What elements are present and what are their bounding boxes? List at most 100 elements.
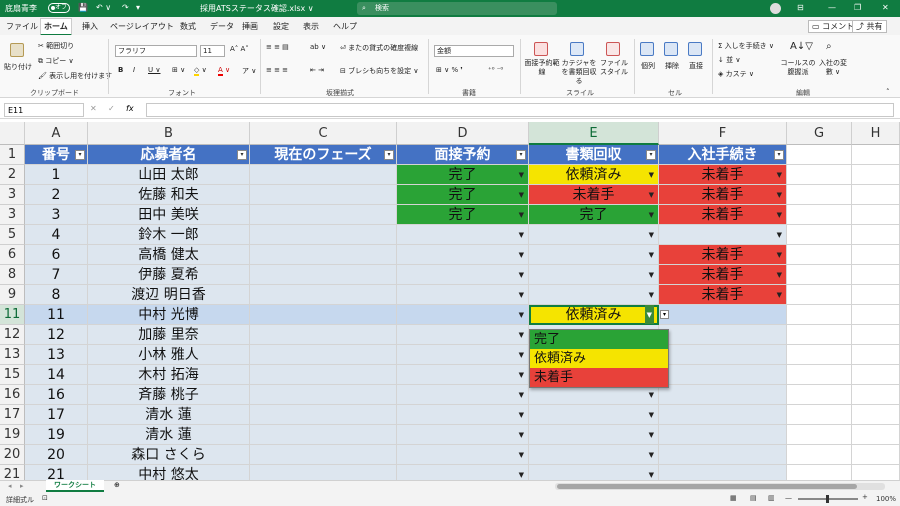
bold-icon[interactable]: B	[118, 66, 123, 74]
table-cell[interactable]: 1	[25, 165, 88, 185]
table-cell[interactable]: 高橋 健太	[88, 245, 250, 265]
table-cell[interactable]	[852, 385, 900, 405]
table-cell[interactable]	[787, 285, 852, 305]
table-cell[interactable]: ▼	[397, 425, 529, 445]
validation-dropdown-arrow[interactable]: ▼	[519, 185, 524, 204]
sort-filter-button[interactable]: コールスの腹握派	[780, 59, 816, 77]
tab-settings[interactable]: 設定	[273, 21, 289, 32]
table-cell[interactable]: ▼	[397, 325, 529, 345]
zoom-level[interactable]: 100%	[876, 495, 896, 503]
merge-button[interactable]: ⊟ ブレシも向ちを設定 ∨	[340, 66, 418, 76]
number-format-select[interactable]: 金額	[434, 45, 514, 57]
table-format-button[interactable]: カテジャをを書類回収る	[560, 59, 598, 86]
table-cell[interactable]	[852, 185, 900, 205]
row-header[interactable]: 19	[0, 425, 25, 445]
header-cell-g[interactable]	[787, 145, 852, 165]
validation-dropdown-arrow[interactable]: ▼	[649, 385, 654, 404]
tab-formulas[interactable]: 数式	[180, 21, 196, 32]
prev-sheet-icon[interactable]: ◂	[8, 482, 12, 490]
table-cell[interactable]	[659, 465, 787, 480]
table-cell[interactable]	[787, 265, 852, 285]
table-cell[interactable]	[250, 385, 397, 405]
share-button[interactable]: ⤴ 共有	[852, 20, 887, 33]
delete-cells-button[interactable]: 挿除	[665, 61, 679, 71]
table-cell[interactable]	[852, 345, 900, 365]
row-header[interactable]: 2	[0, 165, 25, 185]
table-cell[interactable]: ▼	[397, 245, 529, 265]
row-header[interactable]: 21	[0, 465, 25, 480]
table-cell[interactable]	[852, 305, 900, 325]
table-cell[interactable]	[787, 205, 852, 225]
table-cell[interactable]	[787, 365, 852, 385]
tab-page-layout[interactable]: ページレイアウト	[110, 21, 174, 32]
header-cell-d[interactable]: 面接予約 ▾	[397, 145, 529, 165]
table-cell[interactable]: 森口 さくら	[88, 445, 250, 465]
table-cell[interactable]: ▼	[397, 225, 529, 245]
dropdown-option[interactable]: 完了	[530, 330, 668, 349]
format-cells-button[interactable]: 直接	[689, 61, 703, 71]
align-top-icon[interactable]: ≡ ≡ ▤	[266, 43, 289, 51]
table-cell[interactable]: ▼	[397, 385, 529, 405]
table-cell[interactable]: 8	[25, 285, 88, 305]
table-cell[interactable]	[659, 425, 787, 445]
column-header-c[interactable]: C	[250, 122, 397, 145]
table-cell[interactable]	[250, 185, 397, 205]
select-all-corner[interactable]	[0, 122, 25, 145]
table-cell[interactable]: 16	[25, 385, 88, 405]
table-cell[interactable]: 未着手 ▼	[659, 285, 787, 305]
table-cell[interactable]: ▼	[529, 225, 659, 245]
table-cell[interactable]	[852, 225, 900, 245]
validation-dropdown-arrow[interactable]: ▼	[519, 445, 524, 464]
filter-dropdown-button[interactable]: ▾	[516, 150, 526, 160]
table-cell[interactable]: ▼	[397, 265, 529, 285]
format-cells-icon[interactable]	[688, 42, 702, 56]
phonetic-icon[interactable]: ア ∨	[242, 66, 256, 76]
table-cell[interactable]	[250, 245, 397, 265]
horizontal-scrollbar[interactable]	[555, 483, 885, 490]
header-cell-a[interactable]: 番号 ▾	[25, 145, 88, 165]
table-cell[interactable]: 田中 美咲	[88, 205, 250, 225]
save-icon[interactable]: 💾	[78, 3, 88, 12]
table-cell[interactable]	[787, 445, 852, 465]
table-cell[interactable]	[659, 365, 787, 385]
table-cell[interactable]	[852, 425, 900, 445]
validation-dropdown-arrow[interactable]: ▼	[519, 305, 524, 324]
header-cell-b[interactable]: 応募者名 ▾	[88, 145, 250, 165]
row-header[interactable]: 6	[0, 245, 25, 265]
table-cell[interactable]	[659, 325, 787, 345]
table-cell[interactable]: 7	[25, 265, 88, 285]
row-header[interactable]: 15	[0, 365, 25, 385]
header-cell-c[interactable]: 現在のフェーズ ▾	[250, 145, 397, 165]
table-cell[interactable]: 3	[25, 205, 88, 225]
table-cell[interactable]: ▼	[529, 405, 659, 425]
sort-filter-icon[interactable]: A↓▽	[790, 41, 813, 52]
column-header-d[interactable]: D	[397, 122, 529, 145]
font-size-select[interactable]: 11	[200, 45, 225, 57]
validation-dropdown-arrow[interactable]: ▼	[519, 345, 524, 364]
table-cell[interactable]: ▼	[529, 245, 659, 265]
italic-icon[interactable]: I	[133, 66, 135, 74]
row-header[interactable]: 16	[0, 385, 25, 405]
table-cell[interactable]	[852, 405, 900, 425]
table-cell[interactable]: 12	[25, 325, 88, 345]
table-cell[interactable]: ▼	[397, 465, 529, 480]
tab-help[interactable]: ヘルプ	[333, 21, 357, 32]
table-cell[interactable]	[787, 245, 852, 265]
insert-cells-button[interactable]: 個列	[641, 61, 655, 71]
row-header[interactable]: 9	[0, 285, 25, 305]
table-cell[interactable]	[852, 445, 900, 465]
minimize-icon[interactable]: —	[828, 3, 836, 12]
accessibility-icon[interactable]: ⊡	[42, 494, 48, 502]
column-header-e[interactable]: E	[529, 122, 659, 145]
paste-icon[interactable]	[10, 43, 24, 57]
table-cell[interactable]: 木村 拓海	[88, 365, 250, 385]
table-cell[interactable]: 4	[25, 225, 88, 245]
table-cell[interactable]: ▼	[397, 285, 529, 305]
filter-dropdown-button[interactable]: ▾	[75, 150, 85, 160]
restore-icon[interactable]: ❐	[854, 3, 861, 12]
table-cell[interactable]: 斉藤 桃子	[88, 385, 250, 405]
table-cell[interactable]: ▼	[529, 425, 659, 445]
customize-icon[interactable]: ▾	[136, 3, 140, 12]
align-left-icon[interactable]: ≡ ≡ ≡	[266, 66, 288, 74]
conditional-format-icon[interactable]	[534, 42, 548, 56]
